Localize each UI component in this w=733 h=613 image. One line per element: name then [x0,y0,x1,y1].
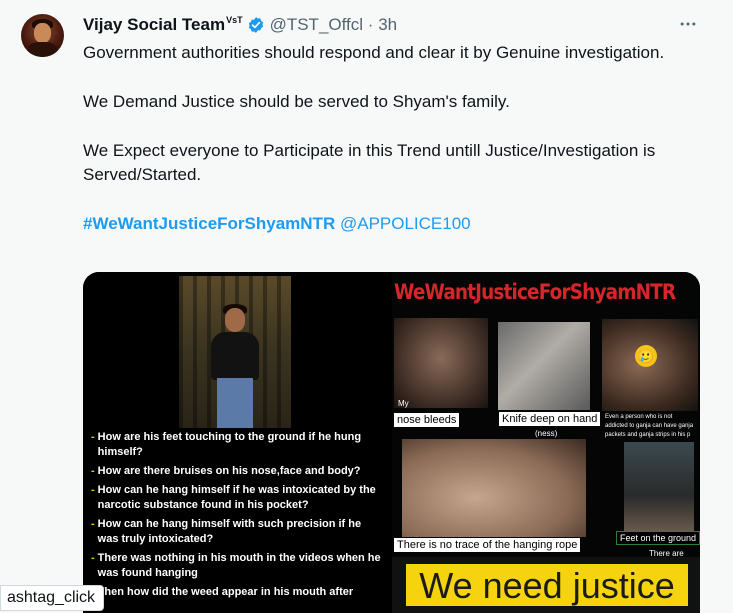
collage-title: WeWantJusticeForShyamNTR [394,280,676,304]
question-item: - How are his feet touching to the ground… [91,430,384,460]
tweet-tags: #WeWantJusticeForShyamNTR @APPOLICE100 [83,212,713,236]
question-item: - How can he hang himself with such preci… [91,517,384,547]
media-image-left[interactable]: - How are his feet touching to the ground… [83,272,390,613]
verified-badge-icon[interactable] [247,16,265,34]
nose-caption: nose bleeds [394,413,460,427]
hashtag-link[interactable]: #WeWantJusticeForShyamNTR [83,214,335,233]
nose-photo [394,318,488,408]
knife-caption: Knife deep on hand [499,412,601,426]
question-item: - There was nothing in his mouth in the v… [91,551,384,581]
feet-photo [624,442,694,532]
portrait-photo [179,276,291,428]
media-grid: - How are his feet touching to the ground… [83,272,700,613]
status-tooltip: ashtag_click [0,585,105,611]
author-name[interactable]: Vijay Social TeamVsT [83,15,243,35]
questions-list: - How are his feet touching to the ground… [83,430,390,604]
justice-banner: We need justice [406,564,688,606]
addict-caption: Even a person who is not addicted to gan… [605,414,694,438]
media-image-right[interactable]: WeWantJusticeForShyamNTR My nose bleeds … [392,272,700,613]
author-suffix: VsT [226,15,243,26]
dot-separator: · [367,15,374,34]
author-name-text[interactable]: Vijay Social Team [83,15,225,34]
tweet[interactable]: Vijay Social TeamVsT @TST_Offcl · 3h Gov… [0,0,733,613]
tweet-paragraph: We Demand Justice should be served to Sh… [83,92,510,111]
avatar-torso [28,42,57,57]
question-item: -Then how did the weed appear in his mou… [91,585,384,600]
knife-caption-sub: (ness) [535,429,558,438]
tweet-header: Vijay Social TeamVsT @TST_Offcl · 3h [83,14,397,36]
question-text: There was nothing in his mouth in the vi… [97,552,381,579]
neck-photo [402,439,586,537]
knife-photo [498,322,590,410]
rope-caption: There is no trace of the hanging rope [394,538,581,552]
tweet-paragraph: We Expect everyone to Participate in thi… [83,141,656,184]
author-handle[interactable]: @TST_Offcl · 3h [270,15,398,35]
timestamp[interactable]: 3h [378,15,397,34]
question-item: - How can he hang himself if he was intox… [91,483,384,513]
question-text: How are his feet touching to the ground … [97,431,362,458]
question-text: Then how did the weed appear in his mout… [97,586,354,598]
feet-caption: Feet on the ground [616,531,700,545]
emoji-overlay: 🥲 [635,345,657,367]
mention-link[interactable]: @APPOLICE100 [340,214,471,233]
question-text: How are there bruises on his nose,face a… [97,465,361,477]
question-text: How can he hang himself with such precis… [97,518,362,545]
avatar[interactable] [21,14,64,57]
handle-text[interactable]: @TST_Offcl [270,15,363,34]
question-text: How can he hang himself if he was intoxi… [97,484,376,511]
tweet-paragraph: Government authorities should respond an… [83,43,665,62]
tweet-text: Government authorities should respond an… [83,41,713,236]
nose-caption-prefix: My [398,399,409,408]
avatar-face [34,23,51,43]
question-item: - How are there bruises on his nose,face … [91,465,361,477]
more-icon[interactable] [676,14,700,38]
